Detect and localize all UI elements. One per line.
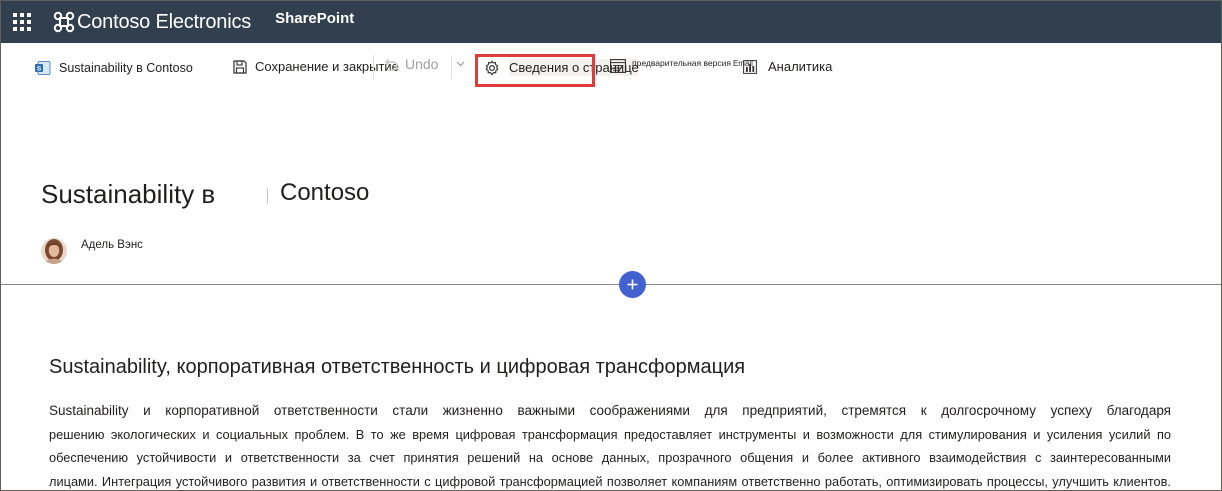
plus-icon bbox=[627, 279, 638, 290]
chevron-down-icon bbox=[456, 61, 465, 67]
preview-button[interactable]: предварительная версия Email bbox=[610, 58, 753, 73]
brand-name[interactable]: Contoso Electronics bbox=[77, 11, 251, 34]
paragraph-line: Sustainability и корпоративной ответстве… bbox=[49, 403, 1171, 418]
undo-button[interactable]: Undo bbox=[383, 56, 438, 72]
save-and-close-button[interactable]: Сохранение и закрытие bbox=[233, 59, 399, 74]
content-paragraph[interactable]: Sustainability и корпоративной ответстве… bbox=[49, 399, 1171, 490]
save-icon bbox=[233, 59, 247, 74]
section-divider bbox=[1, 284, 1221, 285]
product-name[interactable]: SharePoint bbox=[275, 10, 354, 27]
page-title-part1[interactable]: Sustainability в bbox=[41, 179, 215, 210]
waffle-icon[interactable] bbox=[13, 13, 31, 31]
suite-bar: Contoso Electronics SharePoint bbox=[1, 1, 1221, 43]
analytics-icon bbox=[743, 59, 757, 74]
add-section-button[interactable] bbox=[619, 271, 646, 298]
app-window: Contoso Electronics SharePoint S Sustain… bbox=[0, 0, 1222, 491]
paragraph-line: решению экологических и социальных пробл… bbox=[49, 426, 1171, 442]
author-name[interactable]: Адель Вэнс bbox=[81, 239, 143, 251]
text-cursor bbox=[267, 188, 268, 204]
avatar[interactable] bbox=[41, 238, 67, 264]
undo-label: Undo bbox=[405, 56, 439, 72]
separator bbox=[451, 55, 452, 79]
svg-text:S: S bbox=[37, 66, 42, 73]
paragraph-line: лицами. Интеграция устойчивого развития … bbox=[49, 473, 1171, 489]
content-heading[interactable]: Sustainability, корпоративная ответствен… bbox=[49, 356, 745, 379]
contoso-logo-icon bbox=[53, 11, 75, 33]
separator bbox=[373, 55, 374, 79]
preview-label: предварительная версия bbox=[632, 58, 731, 68]
paragraph-line: обеспечению устойчивости и ответственнос… bbox=[49, 450, 1171, 465]
analytics-button[interactable]: Аналитика bbox=[743, 59, 832, 74]
undo-icon bbox=[385, 58, 398, 71]
command-bar: S Sustainability в Contoso Сохранение и … bbox=[1, 43, 1221, 95]
preview-icon bbox=[610, 59, 626, 73]
analytics-label: Аналитика bbox=[768, 59, 833, 74]
sharepoint-site-icon: S bbox=[35, 61, 51, 75]
site-link-label: Sustainability в Contoso bbox=[59, 61, 193, 75]
undo-dropdown-button[interactable] bbox=[456, 61, 465, 67]
page-title-part2[interactable]: Contoso bbox=[280, 179, 369, 207]
gear-icon bbox=[485, 60, 499, 75]
site-link[interactable]: S Sustainability в Contoso bbox=[35, 61, 193, 75]
save-and-close-label: Сохранение и закрытие bbox=[255, 59, 399, 74]
